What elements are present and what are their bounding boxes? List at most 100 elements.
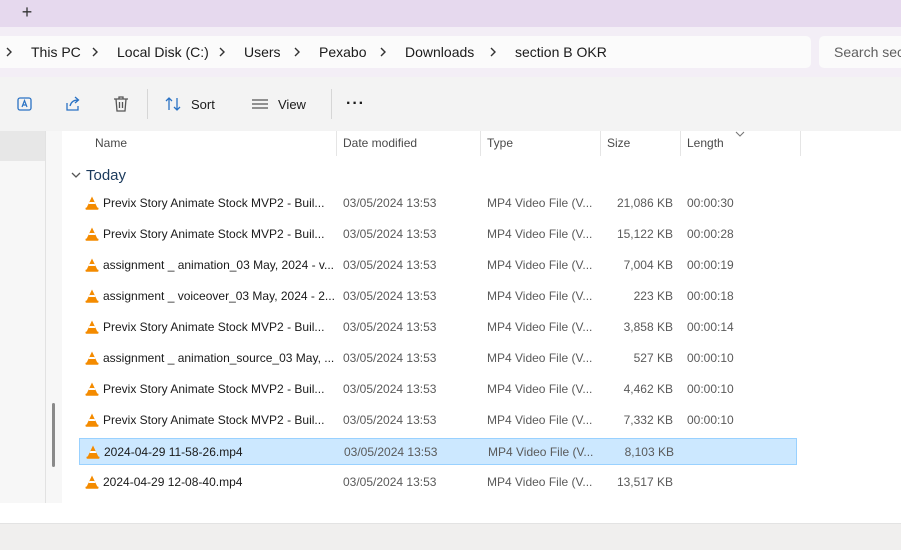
- breadcrumb-local-disk[interactable]: Local Disk (C:): [117, 36, 209, 68]
- file-name: 2024-04-29 11-58-26.mp4: [104, 445, 243, 459]
- new-tab-button[interactable]: +: [17, 2, 37, 22]
- view-button[interactable]: View: [251, 92, 306, 116]
- breadcrumb-section-b-okr[interactable]: section B OKR: [515, 36, 607, 68]
- chevron-right-icon[interactable]: [4, 45, 14, 59]
- column-header-name[interactable]: Name: [95, 131, 127, 156]
- vlc-cone-icon: [85, 258, 99, 272]
- file-date-modified: 03/05/2024 13:53: [343, 196, 437, 210]
- file-date-modified: 03/05/2024 13:53: [343, 320, 437, 334]
- navigation-pane-divider[interactable]: [45, 131, 46, 503]
- column-divider[interactable]: [680, 131, 681, 156]
- file-type: MP4 Video File (V...: [487, 289, 593, 303]
- sort-icon: [165, 97, 181, 111]
- file-length: [688, 439, 768, 466]
- file-size: 527 KB: [633, 351, 673, 365]
- group-header-today[interactable]: Today: [70, 165, 126, 185]
- file-name: Previx Story Animate Stock MVP2 - Buil..…: [103, 382, 325, 396]
- file-type: MP4 Video File (V...: [487, 227, 593, 241]
- navigation-pane-selected-item[interactable]: [0, 131, 45, 161]
- vlc-cone-icon: [86, 445, 100, 459]
- file-type: MP4 Video File (V...: [487, 413, 593, 427]
- chevron-right-icon[interactable]: [90, 45, 100, 59]
- file-name: assignment _ animation_source_03 May, ..…: [103, 351, 335, 365]
- chevron-right-icon[interactable]: [378, 45, 388, 59]
- navigation-pane: [0, 131, 62, 503]
- file-row[interactable]: Previx Story Animate Stock MVP2 - Buil..…: [79, 376, 797, 403]
- sort-descending-icon: [735, 131, 745, 137]
- breadcrumb-this-pc[interactable]: This PC: [31, 36, 81, 68]
- file-length: [687, 469, 767, 496]
- chevron-down-icon[interactable]: [70, 169, 82, 181]
- vlc-cone-icon: [85, 320, 99, 334]
- column-divider[interactable]: [480, 131, 481, 156]
- column-header-length[interactable]: Length: [687, 131, 724, 156]
- share-button[interactable]: [63, 92, 83, 116]
- column-divider[interactable]: [600, 131, 601, 156]
- file-view: Name Date modified Type Size Length Toda…: [0, 131, 901, 523]
- search-placeholder[interactable]: Search sect: [834, 36, 901, 68]
- file-row[interactable]: Previx Story Animate Stock MVP2 - Buil..…: [79, 314, 797, 341]
- file-name: Previx Story Animate Stock MVP2 - Buil..…: [103, 413, 325, 427]
- breadcrumb-users[interactable]: Users: [244, 36, 281, 68]
- column-divider[interactable]: [336, 131, 337, 156]
- toolbar-separator: [331, 89, 332, 119]
- search-box[interactable]: Search sect: [819, 36, 901, 68]
- file-row[interactable]: assignment _ animation_source_03 May, ..…: [79, 345, 797, 372]
- file-date-modified: 03/05/2024 13:53: [343, 289, 437, 303]
- chevron-right-icon[interactable]: [488, 45, 498, 59]
- file-size: 8,103 KB: [624, 445, 674, 459]
- file-type: MP4 Video File (V...: [487, 475, 593, 489]
- trash-icon: [114, 96, 128, 112]
- file-row[interactable]: 2024-04-29 12-08-40.mp4 03/05/2024 13:53 M…: [79, 469, 797, 496]
- file-type: MP4 Video File (V...: [487, 351, 593, 365]
- vlc-cone-icon: [85, 475, 99, 489]
- tab-bar: +: [0, 0, 901, 27]
- file-row[interactable]: assignment _ voiceover_03 May, 2024 - 2.…: [79, 283, 797, 310]
- column-header-size[interactable]: Size: [607, 131, 630, 156]
- rename-button[interactable]: [15, 92, 35, 116]
- file-row[interactable]: 2024-04-29 11-58-26.mp4 03/05/2024 13:53 M…: [79, 438, 797, 465]
- sort-label: Sort: [191, 96, 215, 112]
- file-date-modified: 03/05/2024 13:53: [343, 258, 437, 272]
- file-size: 7,004 KB: [623, 258, 673, 272]
- file-date-modified: 03/05/2024 13:53: [344, 445, 438, 459]
- file-type: MP4 Video File (V...: [487, 196, 593, 210]
- file-row[interactable]: Previx Story Animate Stock MVP2 - Buil..…: [79, 407, 797, 434]
- toolbar-separator: [147, 89, 148, 119]
- file-type: MP4 Video File (V...: [487, 320, 593, 334]
- file-name: assignment _ animation_03 May, 2024 - v.…: [103, 258, 335, 272]
- sort-button[interactable]: Sort: [164, 92, 215, 116]
- breadcrumb-pexabo[interactable]: Pexabo: [319, 36, 366, 68]
- navigation-bar: This PC Local Disk (C:) Users Pexabo Dow…: [0, 27, 901, 77]
- file-row[interactable]: assignment _ animation_03 May, 2024 - v.…: [79, 252, 797, 279]
- address-bar[interactable]: This PC Local Disk (C:) Users Pexabo Dow…: [0, 36, 811, 68]
- breadcrumb-downloads[interactable]: Downloads: [405, 36, 474, 68]
- file-row[interactable]: Previx Story Animate Stock MVP2 - Buil..…: [79, 190, 797, 217]
- view-icon: [252, 99, 268, 109]
- file-name: assignment _ voiceover_03 May, 2024 - 2.…: [103, 289, 335, 303]
- vlc-cone-icon: [85, 382, 99, 396]
- file-date-modified: 03/05/2024 13:53: [343, 413, 437, 427]
- vlc-cone-icon: [85, 227, 99, 241]
- column-divider[interactable]: [800, 131, 801, 156]
- file-date-modified: 03/05/2024 13:53: [343, 475, 437, 489]
- column-header-type[interactable]: Type: [487, 131, 513, 156]
- file-name: Previx Story Animate Stock MVP2 - Buil..…: [103, 227, 325, 241]
- chevron-right-icon[interactable]: [217, 45, 227, 59]
- file-row[interactable]: Previx Story Animate Stock MVP2 - Buil..…: [79, 221, 797, 248]
- navigation-pane-scrollbar[interactable]: [52, 403, 55, 467]
- command-toolbar: Sort View ···: [0, 77, 901, 131]
- file-length: 00:00:10: [687, 382, 734, 396]
- status-bar: [0, 523, 901, 550]
- file-length: 00:00:14: [687, 320, 734, 334]
- delete-button[interactable]: [111, 92, 131, 116]
- file-size: 3,858 KB: [623, 320, 673, 334]
- file-size: 223 KB: [633, 289, 673, 303]
- vlc-cone-icon: [85, 351, 99, 365]
- vlc-cone-icon: [85, 289, 99, 303]
- file-type: MP4 Video File (V...: [487, 258, 593, 272]
- column-header-date-modified[interactable]: Date modified: [343, 131, 417, 156]
- chevron-right-icon[interactable]: [292, 45, 302, 59]
- file-type: MP4 Video File (V...: [488, 445, 594, 459]
- more-options-button[interactable]: ···: [346, 92, 365, 116]
